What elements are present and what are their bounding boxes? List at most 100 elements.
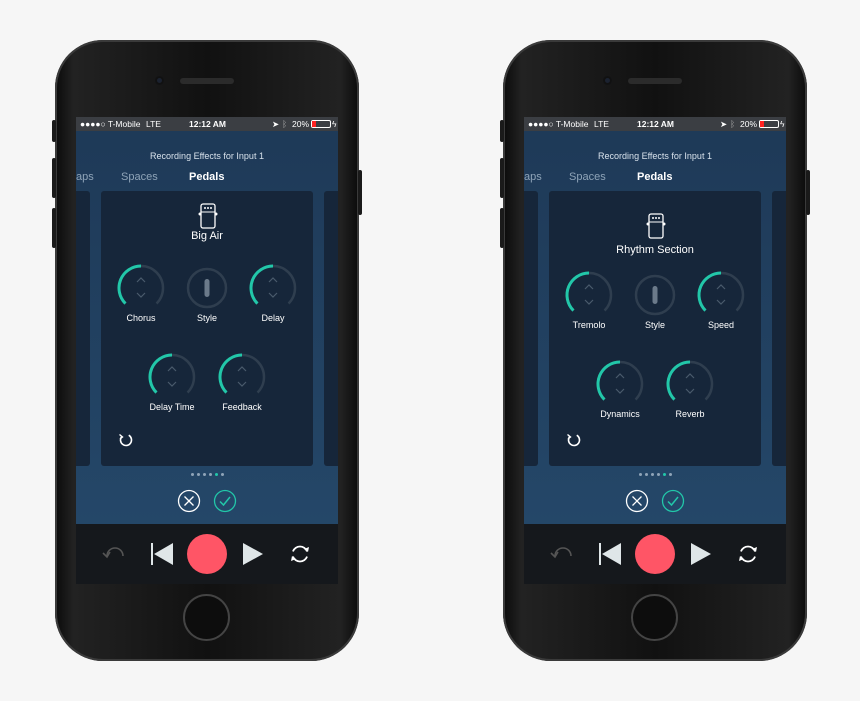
knob-dial-icon: [666, 360, 714, 401]
knob-label: Dynamics: [600, 409, 640, 419]
pedal-name: Big Air: [191, 230, 223, 242]
knob-label: Delay: [261, 313, 285, 323]
location-icon: ➤: [720, 119, 728, 129]
toggle-switch-icon: [634, 274, 676, 316]
knob-chorus[interactable]: Chorus: [111, 264, 171, 324]
play-icon: [691, 543, 711, 565]
page-dot[interactable]: [196, 473, 200, 476]
side-button: [52, 120, 56, 142]
battery-percent: 20%: [740, 119, 758, 129]
play-button[interactable]: [242, 524, 264, 584]
page-dot[interactable]: [650, 473, 654, 476]
volume-up-button: [500, 158, 504, 198]
page-dot[interactable]: [638, 473, 642, 476]
knob-label: Chorus: [126, 313, 156, 323]
page-dot[interactable]: [190, 473, 194, 476]
skip-back-icon: [151, 543, 173, 565]
tab-spaces[interactable]: Spaces: [121, 171, 158, 183]
knob-feedback[interactable]: Feedback: [212, 353, 272, 413]
phone-frame: ●●●●○ T-Mobile LTE 12:12 AM ➤ ᛒ 20% ϟ Re…: [52, 40, 362, 661]
undo-icon: [550, 547, 572, 559]
knob-delay-time[interactable]: Delay Time: [142, 353, 202, 413]
knob-style[interactable]: Style: [625, 271, 685, 331]
power-button: [358, 170, 362, 215]
bluetooth-icon: ᛒ: [282, 119, 288, 129]
loop-button[interactable]: [289, 524, 311, 584]
earpiece-speaker: [628, 78, 682, 84]
knob-speed[interactable]: Speed: [691, 271, 751, 331]
next-pedal-card[interactable]: [772, 191, 786, 466]
confirm-icon[interactable]: [661, 489, 685, 513]
knob-dial-icon: [249, 264, 297, 305]
knob-label: Delay Time: [149, 402, 195, 412]
knob-label: Style: [644, 320, 665, 330]
cancel-icon[interactable]: [625, 489, 649, 513]
tab-spaces[interactable]: Spaces: [569, 171, 606, 183]
carrier: ●●●●○ T-Mobile: [528, 119, 589, 129]
page-dot[interactable]: [214, 473, 218, 476]
page-dot[interactable]: [656, 473, 660, 476]
battery-icon: [311, 120, 331, 128]
undo-button[interactable]: [549, 524, 575, 584]
volume-down-button: [500, 208, 504, 248]
home-button[interactable]: [631, 594, 678, 641]
page-dot[interactable]: [662, 473, 666, 476]
reset-icon[interactable]: [118, 432, 134, 448]
knob-dial-icon: [596, 360, 644, 401]
volume-down-button: [52, 208, 56, 248]
knob-style[interactable]: Style: [177, 264, 237, 324]
play-button[interactable]: [690, 524, 712, 584]
tab-pedals[interactable]: Pedals: [189, 171, 224, 183]
page-dot[interactable]: [644, 473, 648, 476]
page-dot[interactable]: [202, 473, 206, 476]
phone-frame: ●●●●○ T-Mobile LTE 12:12 AM ➤ ᛒ 20% ϟ Re…: [500, 40, 810, 661]
power-button: [806, 170, 810, 215]
loop-icon: [291, 545, 309, 563]
record-button[interactable]: [635, 524, 675, 584]
battery-percent: 20%: [292, 119, 310, 129]
tab-pedals[interactable]: Pedals: [637, 171, 672, 183]
app-screen: ●●●●○ T-Mobile LTE 12:12 AM ➤ ᛒ 20% ϟ Re…: [76, 117, 338, 584]
reset-icon[interactable]: [566, 432, 582, 448]
carrier: ●●●●○ T-Mobile: [80, 119, 141, 129]
cancel-icon[interactable]: [177, 489, 201, 513]
next-pedal-card[interactable]: [324, 191, 338, 466]
loop-button[interactable]: [737, 524, 759, 584]
knob-label: Reverb: [675, 409, 705, 419]
knob-dial-icon: [148, 353, 196, 394]
page-dot[interactable]: [220, 473, 224, 476]
play-icon: [243, 543, 263, 565]
skip-back-button[interactable]: [150, 524, 174, 584]
record-button[interactable]: [187, 524, 227, 584]
tab-amps[interactable]: aps: [524, 171, 542, 183]
battery-icon: [759, 120, 779, 128]
undo-button[interactable]: [101, 524, 127, 584]
charging-icon: ϟ: [332, 119, 337, 129]
prev-pedal-card[interactable]: [76, 191, 90, 466]
knob-label: Style: [196, 313, 217, 323]
front-camera: [155, 76, 164, 85]
earpiece-speaker: [180, 78, 234, 84]
pedal-name: Rhythm Section: [616, 244, 694, 256]
loop-icon: [739, 545, 757, 563]
transport-bar: [76, 524, 338, 584]
front-camera: [603, 76, 612, 85]
knob-delay[interactable]: Delay: [243, 264, 303, 324]
pedal-card: Rhythm Section Tremolo Style Speed Dynamics R…: [549, 191, 761, 466]
confirm-icon[interactable]: [213, 489, 237, 513]
knob-label: Tremolo: [572, 320, 606, 330]
location-icon: ➤: [272, 119, 280, 129]
network: LTE: [146, 119, 161, 129]
tab-amps[interactable]: aps: [76, 171, 94, 183]
prev-pedal-card[interactable]: [524, 191, 538, 466]
home-button[interactable]: [183, 594, 230, 641]
knob-reverb[interactable]: Reverb: [660, 360, 720, 420]
knob-dynamics[interactable]: Dynamics: [590, 360, 650, 420]
clock: 12:12 AM: [637, 119, 675, 129]
knob-label: Speed: [707, 320, 735, 330]
page-dot[interactable]: [208, 473, 212, 476]
knob-tremolo[interactable]: Tremolo: [559, 271, 619, 331]
screen-title: Recording Effects for Input 1: [150, 151, 264, 161]
skip-back-button[interactable]: [598, 524, 622, 584]
page-dot[interactable]: [668, 473, 672, 476]
